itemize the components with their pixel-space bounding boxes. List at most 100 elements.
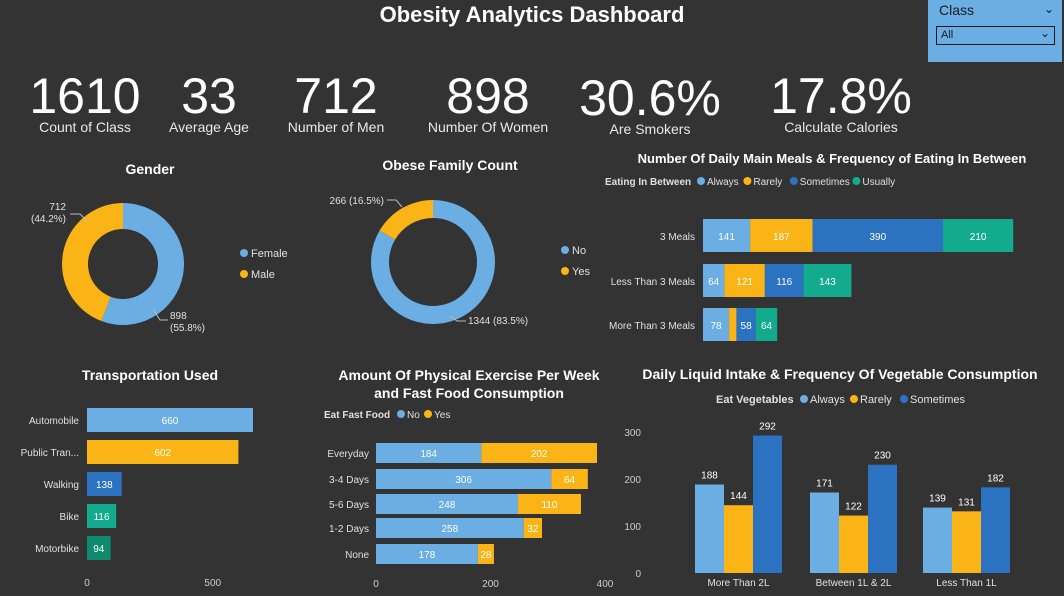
legend-marker (789, 177, 798, 185)
column (753, 435, 782, 573)
tick-label: 200 (482, 579, 499, 590)
data-label: 58 (741, 321, 753, 332)
legend-marker (800, 395, 808, 403)
category-label: Bike (60, 512, 80, 523)
category-label: Between 1L & 2L (816, 578, 892, 589)
legend-label: Usually (862, 177, 895, 188)
legend-marker (397, 410, 405, 418)
tick-label: 0 (635, 569, 641, 580)
legend-marker (561, 246, 569, 254)
slice-label: 898 (170, 311, 187, 322)
column (839, 515, 868, 573)
legend-title: Eating In Between (605, 177, 691, 188)
data-label: 32 (527, 524, 539, 535)
slice-label: 266 (16.5%) (330, 196, 384, 207)
data-label: 110 (541, 500, 557, 511)
data-label: 139 (929, 494, 946, 505)
legend-label: Female (251, 248, 288, 260)
data-label: 210 (970, 232, 987, 243)
legend-label: Always (707, 177, 739, 188)
category-label: Automobile (29, 416, 79, 427)
data-label: 248 (439, 500, 456, 511)
data-label: 184 (420, 449, 437, 460)
legend-title: Eat Fast Food (324, 410, 390, 421)
legend-label: Rarely (860, 394, 892, 406)
column (981, 487, 1010, 573)
column (868, 464, 897, 573)
category-label: More Than 3 Meals (609, 321, 695, 332)
legend-marker (424, 410, 432, 418)
data-label: 131 (958, 497, 975, 508)
slice-label: (55.8%) (170, 323, 205, 334)
data-label: 144 (730, 491, 747, 502)
legend-label: Yes (572, 266, 590, 278)
legend-marker (240, 270, 248, 278)
data-label: 178 (419, 550, 436, 561)
tick-label: 300 (624, 428, 641, 439)
data-label: 138 (96, 480, 113, 491)
legend-label: No (407, 410, 420, 421)
category-label: Less Than 3 Meals (611, 277, 695, 288)
legend-marker (743, 177, 752, 185)
data-label: 122 (845, 502, 862, 513)
legend-marker (561, 267, 569, 275)
legend-marker (900, 395, 908, 403)
data-label: 116 (94, 512, 110, 523)
slice-label: 1344 (83.5%) (468, 316, 528, 327)
data-label: 660 (162, 416, 179, 427)
tick-label: 0 (84, 578, 90, 589)
data-label: 141 (718, 232, 735, 243)
charts-canvas: 898(55.8%) 712(44.2%) Female Male 1344 (83.5… (21, 177, 1014, 590)
category-label: More Than 2L (707, 578, 770, 589)
data-label: 182 (987, 473, 1004, 484)
data-label: 121 (736, 277, 753, 288)
column (695, 484, 724, 573)
legend-label: Sometimes (800, 177, 850, 188)
legend-title: Eat Vegetables (716, 394, 794, 406)
category-label: Less Than 1L (936, 578, 997, 589)
column (724, 505, 753, 573)
category-label: 5-6 Days (329, 500, 369, 511)
column (952, 511, 981, 573)
legend-label: Male (251, 269, 275, 281)
category-label: 1-2 Days (329, 524, 369, 535)
legend-label: Rarely (753, 177, 782, 188)
tick-label: 200 (624, 475, 641, 486)
data-label: 202 (531, 449, 548, 460)
data-label: 64 (708, 277, 720, 288)
category-label: Walking (44, 480, 79, 491)
data-label: 143 (819, 277, 836, 288)
data-label: 188 (701, 471, 718, 482)
legend-marker (697, 177, 705, 185)
data-label: 230 (874, 451, 891, 462)
tick-label: 500 (204, 578, 221, 589)
category-label: 3-4 Days (329, 475, 369, 486)
data-label: 292 (759, 422, 776, 433)
slice-label: 712 (49, 202, 66, 213)
data-label: 28 (480, 550, 492, 561)
data-label: 171 (816, 479, 833, 490)
data-label: 64 (761, 321, 773, 332)
legend-label: Yes (434, 410, 450, 421)
data-label: 390 (869, 232, 886, 243)
legend-marker (852, 177, 861, 185)
bar-segment (729, 308, 737, 341)
column (923, 507, 952, 573)
legend-label: Always (810, 394, 845, 406)
legend-marker (850, 395, 858, 403)
slice-label: (44.2%) (31, 214, 66, 225)
category-label: None (345, 550, 369, 561)
data-label: 258 (442, 524, 459, 535)
category-label: Public Tran... (21, 448, 79, 459)
tick-label: 0 (373, 579, 379, 590)
legend-label: No (572, 245, 586, 257)
data-label: 306 (455, 475, 472, 486)
column (810, 492, 839, 573)
category-label: 3 Meals (660, 232, 695, 243)
leader-line (387, 199, 403, 208)
tick-label: 400 (597, 579, 614, 590)
category-label: Motorbike (35, 544, 79, 555)
tick-label: 100 (624, 522, 641, 533)
data-label: 64 (564, 475, 576, 486)
data-label: 94 (93, 544, 105, 555)
